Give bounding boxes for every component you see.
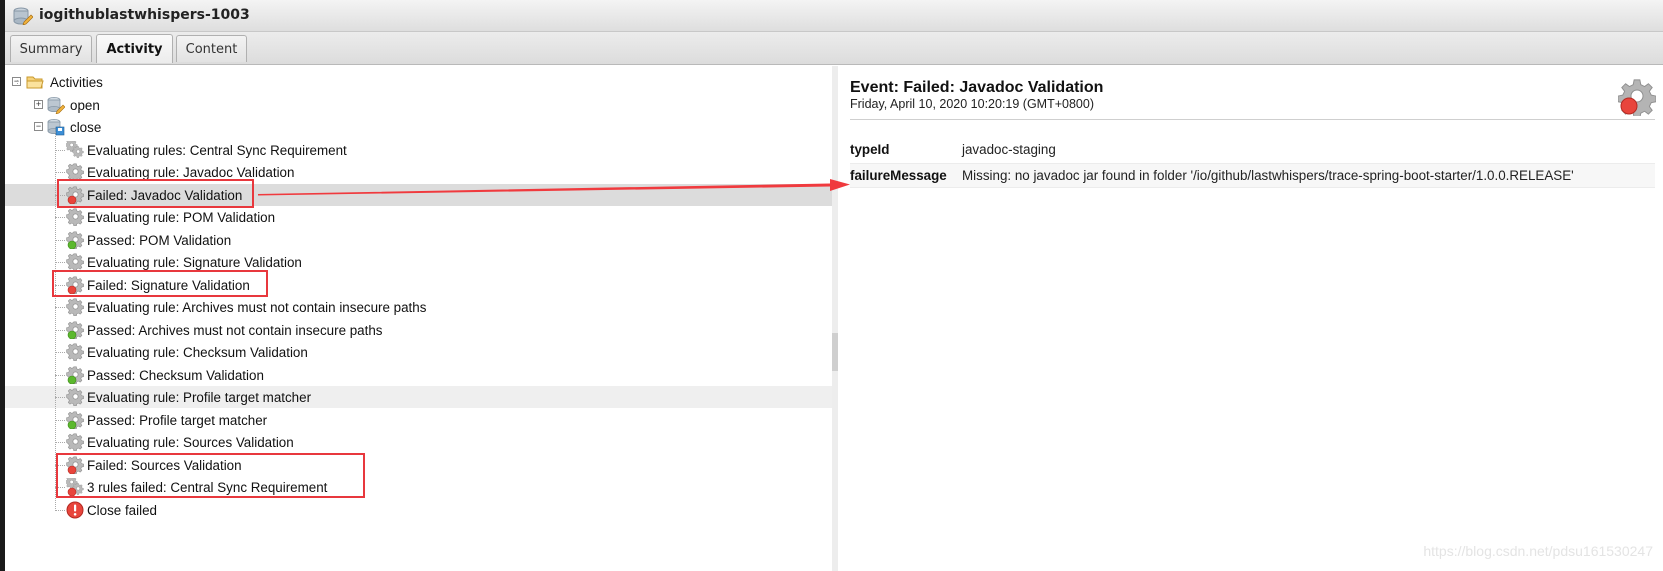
tree-connector [55, 172, 65, 173]
tree-node-close[interactable]: − close [5, 116, 832, 138]
tree-item-event[interactable]: Passed: Archives must not contain insecu… [5, 319, 832, 341]
tree-node-open[interactable]: + open [5, 94, 832, 116]
tree-item-event[interactable]: Evaluating rule: Profile target matcher [5, 386, 832, 408]
tree-connector [55, 307, 65, 308]
tree-item-label: Passed: Archives must not contain insecu… [87, 322, 383, 338]
event-title: Event: Failed: Javadoc Validation [850, 79, 1104, 96]
property-value: javadoc-staging [962, 142, 1056, 157]
annotation-box-javadoc [57, 179, 254, 208]
annotation-box-signature [52, 270, 268, 297]
gear-icon [66, 298, 84, 317]
tree-node-activities[interactable]: − Activities [5, 71, 832, 93]
gear-icon [66, 253, 84, 272]
tree-connector [55, 374, 65, 376]
tree-item-label: Passed: Profile target matcher [87, 412, 268, 428]
tree-connector [55, 239, 65, 241]
watermark: https://blog.csdn.net/pdsu161530247 [1423, 543, 1653, 559]
annotation-box-sources [56, 453, 365, 498]
tree-item-label: Passed: POM Validation [87, 232, 232, 248]
expand-toggle-icon[interactable]: + [34, 99, 43, 109]
tree-item-label: open [70, 97, 100, 113]
tree-connector [55, 352, 65, 353]
tree-item-label: Evaluating rule: Profile target matcher [87, 390, 312, 405]
tree-item-label: Passed: Checksum Validation [87, 367, 264, 383]
collapse-toggle-icon[interactable]: − [34, 122, 43, 131]
tree-item-label: Evaluating rules: Central Sync Requireme… [87, 142, 347, 158]
tree-item-label: Evaluating rule: Checksum Validation [87, 345, 308, 360]
gear-icon [66, 208, 84, 227]
tree-item-label: Evaluating rule: Archives must not conta… [87, 300, 427, 315]
tree-item-event[interactable]: Evaluating rule: Archives must not conta… [5, 296, 832, 318]
tree-connector [55, 397, 65, 398]
gear-passed-icon [66, 366, 84, 384]
tree-item-event[interactable]: Close failed [5, 499, 832, 521]
tree-connector [55, 149, 65, 151]
tree-item-label: Evaluating rule: Signature Validation [87, 255, 302, 270]
gear-passed-icon [66, 231, 84, 249]
property-value: Missing: no javadoc jar found in folder … [962, 168, 1574, 183]
tree-item-label: Evaluating rule: Sources Validation [87, 435, 294, 450]
property-row-typeid: typeId javadoc-staging [850, 138, 1655, 161]
property-key: failureMessage [850, 168, 947, 183]
tree-item-label: Evaluating rule: POM Validation [87, 210, 276, 225]
tree-item-event[interactable]: Passed: Checksum Validation [5, 364, 832, 386]
tree-item-event[interactable]: Passed: POM Validation [5, 229, 832, 251]
tree-item-event[interactable]: Evaluating rule: POM Validation [5, 206, 832, 228]
gear-icon [66, 388, 84, 407]
tree-item-event[interactable]: Evaluating rule: Checksum Validation [5, 341, 832, 363]
tab-activity[interactable]: Activity [96, 34, 173, 63]
gear-failed-icon [1618, 79, 1656, 116]
gear-passed-icon [66, 411, 84, 429]
tab-bar: Summary Activity Content [5, 32, 1663, 65]
gear-icon [66, 343, 84, 362]
gears-icon [65, 138, 84, 159]
error-icon [66, 501, 84, 519]
tree-item-event[interactable]: Evaluating rules: Central Sync Requireme… [5, 138, 832, 161]
tab-content[interactable]: Content [176, 35, 247, 62]
property-key: typeId [850, 142, 890, 157]
repository-edit-icon [13, 7, 33, 25]
window-titlebar: iogithublastwhispers-1003 [5, 0, 1663, 32]
event-divider [850, 119, 1655, 120]
tree-connector [55, 217, 65, 218]
tree-item-label: Evaluating rule: Javadoc Validation [87, 165, 295, 180]
repository-save-icon [47, 118, 65, 136]
gear-passed-icon [66, 321, 84, 339]
event-detail-panel: Event: Failed: Javadoc Validation Friday… [838, 66, 1663, 571]
event-date: Friday, April 10, 2020 10:20:19 (GMT+080… [850, 97, 1095, 111]
tree-connector [55, 262, 65, 263]
property-row-failuremessage: failureMessage Missing: no javadoc jar f… [850, 163, 1655, 188]
tree-item-label: Activities [50, 75, 103, 90]
tree-connector [55, 419, 65, 421]
tree-connector [55, 329, 65, 331]
tree-item-label: Close failed [87, 502, 157, 518]
tab-summary[interactable]: Summary [10, 35, 92, 62]
tree-item-label: close [70, 120, 102, 135]
tree-item-event[interactable]: Evaluating rule: Sources Validation [5, 431, 832, 453]
folder-open-icon [26, 73, 44, 91]
repository-edit-icon [47, 96, 66, 114]
window-title: iogithublastwhispers-1003 [39, 7, 250, 23]
tree-connector [17, 80, 18, 84]
tree-connector [55, 442, 65, 443]
gear-icon [66, 433, 84, 452]
tree-item-event[interactable]: Passed: Profile target matcher [5, 409, 832, 431]
tree-connector [55, 509, 65, 511]
